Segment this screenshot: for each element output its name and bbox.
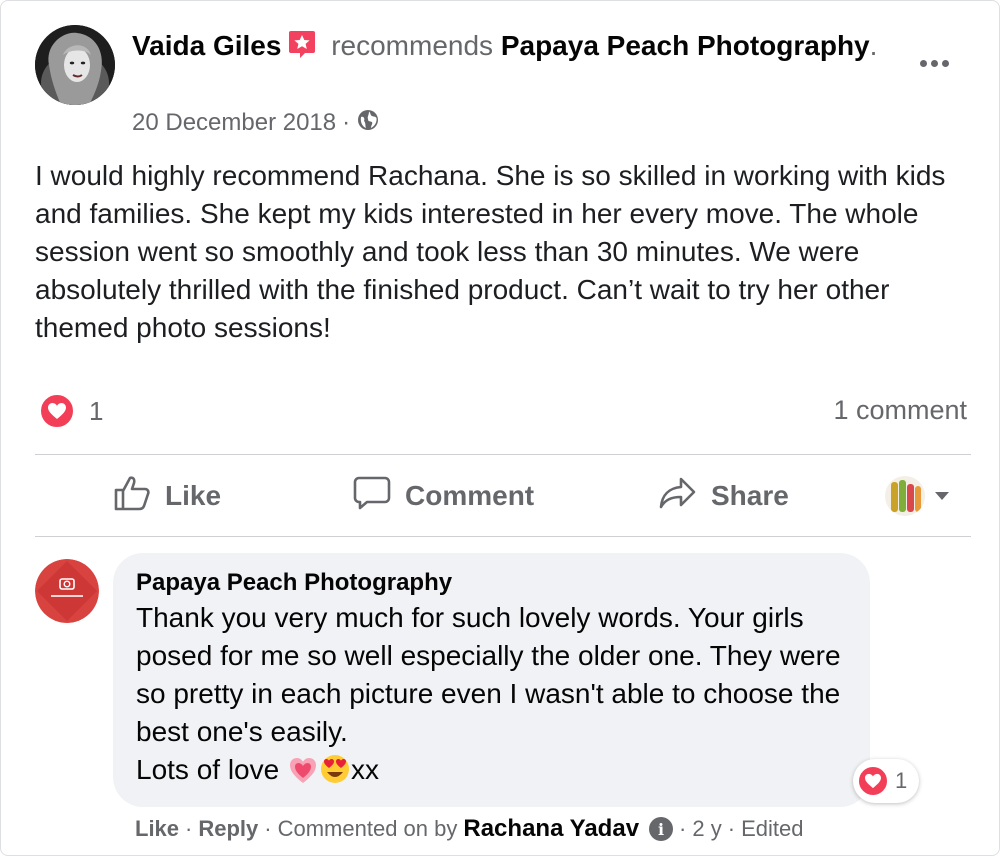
chevron-down-icon [935, 492, 949, 500]
commenter-avatar[interactable] [35, 559, 99, 623]
action-bar: Like Comment Share [35, 457, 971, 535]
globe-icon [356, 108, 380, 139]
separator: · [727, 816, 736, 841]
separator: · [185, 816, 193, 841]
comment-age[interactable]: 2 y [692, 816, 721, 842]
post-date[interactable]: 20 December 2018 [132, 109, 336, 137]
info-icon[interactable]: i [649, 817, 674, 841]
love-reaction-icon [39, 393, 75, 429]
comment-bubble: Papaya Peach Photography Thank you very … [113, 553, 870, 807]
comment-bubble-icon [353, 475, 391, 518]
star-badge-icon [287, 29, 317, 59]
post-body: I would highly recommend Rachana. She is… [35, 160, 946, 343]
divider [35, 454, 971, 455]
heart-eyes-emoji-icon [319, 753, 351, 795]
post-header: Vaida Giles recommends Papaya Peach Phot… [132, 27, 892, 65]
reaction-summary[interactable]: 1 [39, 393, 103, 429]
comment-reaction-count: 1 [895, 768, 908, 793]
commented-by-name[interactable]: Rachana Yadav [463, 815, 639, 843]
react-as-selector[interactable] [885, 475, 949, 517]
comment-count[interactable]: 1 comment [833, 395, 967, 426]
reaction-count: 1 [89, 395, 104, 426]
share-arrow-icon [659, 475, 697, 518]
separator: · [264, 816, 272, 841]
divider [35, 536, 971, 537]
comment-label: Comment [405, 480, 535, 511]
share-button[interactable]: Share [659, 457, 789, 535]
author-name[interactable]: Vaida Giles [132, 30, 281, 61]
share-label: Share [711, 480, 789, 511]
more-dot-icon [941, 59, 949, 67]
comment-author[interactable]: Papaya Peach Photography [136, 567, 848, 599]
comment-text-last: Lots of love [136, 754, 287, 785]
comment-text-main: Thank you very much for such lovely word… [136, 602, 841, 747]
page-avatar-small [885, 476, 925, 516]
author-avatar[interactable] [35, 25, 115, 105]
like-button[interactable]: Like [113, 457, 221, 535]
comment-reply-link[interactable]: Reply [198, 816, 258, 842]
separator: · [679, 816, 687, 841]
thumbs-up-icon [113, 475, 151, 518]
comment-edited-label[interactable]: Edited [741, 816, 803, 842]
comment-reaction-summary[interactable]: 1 [853, 759, 919, 803]
more-dot-icon [919, 59, 927, 67]
post-meta: 20 December 2018 · [132, 107, 380, 139]
comment-text-tail: xx [350, 754, 379, 785]
sparkling-heart-icon [287, 755, 319, 795]
page-name[interactable]: Papaya Peach Photography [501, 30, 870, 61]
love-reaction-icon [857, 765, 889, 797]
like-label: Like [165, 480, 222, 511]
comment-button[interactable]: Comment [353, 457, 534, 535]
more-dot-icon [930, 59, 938, 67]
recommends-verb: recommends [331, 30, 494, 61]
commented-on-by-label: Commented on by [277, 816, 458, 841]
comment-text: Thank you very much for such lovely word… [136, 599, 848, 795]
comment-like-link[interactable]: Like [135, 816, 179, 842]
header-period: . [869, 30, 878, 61]
comment-actions: Like · Reply · Commented on by Rachana Y… [135, 813, 803, 845]
meta-separator: · [342, 109, 351, 136]
post-card: Vaida Giles recommends Papaya Peach Phot… [0, 0, 1000, 856]
more-options-button[interactable] [906, 45, 962, 81]
